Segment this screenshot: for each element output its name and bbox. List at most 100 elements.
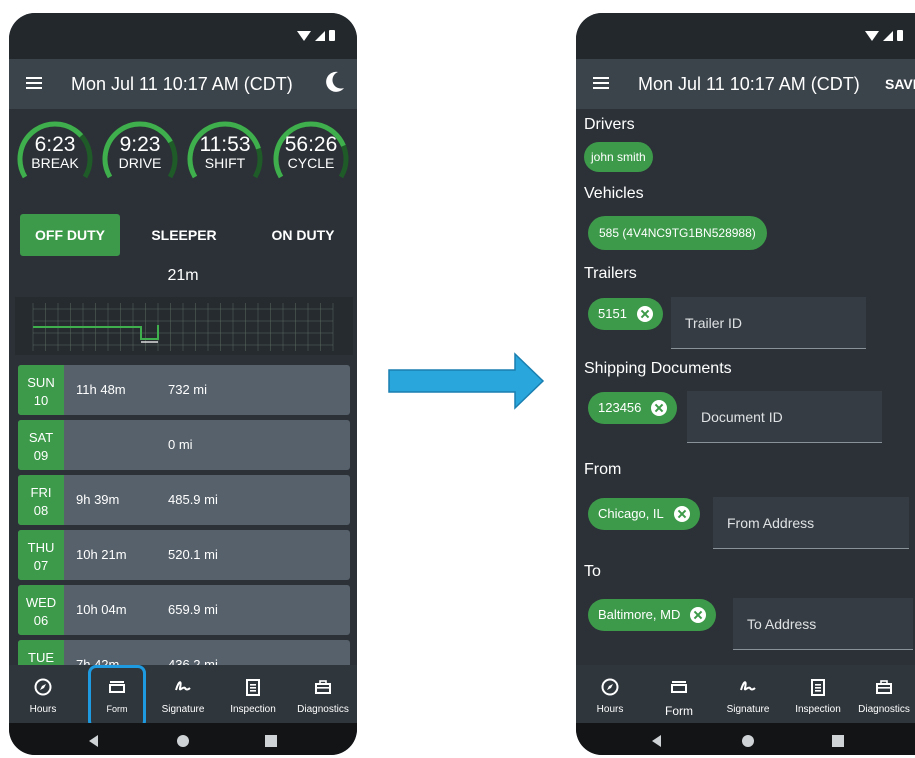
day-row[interactable]: SUN 10 11h 48m 732 mi	[18, 365, 350, 415]
day-date: 10	[33, 393, 49, 408]
day-miles: 485.9 mi	[168, 492, 218, 507]
compass-icon	[601, 678, 619, 696]
day-name: FRI	[30, 485, 52, 500]
menu-icon[interactable]	[26, 77, 42, 89]
day-badge: WED 06	[18, 585, 64, 635]
shipping-doc-chip-text: 123456	[598, 400, 642, 415]
remove-icon[interactable]	[636, 305, 653, 322]
day-row[interactable]: TUE05 7h 42m 436.2 mi	[18, 640, 350, 665]
bottom-nav: Hours Form Signature Inspection Diagnost…	[576, 665, 915, 723]
nav-diagnostics[interactable]: Diagnostics	[291, 665, 355, 723]
menu-icon[interactable]	[593, 77, 609, 89]
from-address-input[interactable]	[727, 515, 909, 531]
home-icon[interactable]	[742, 735, 754, 747]
nav-hours[interactable]: Hours	[11, 665, 75, 723]
signature-icon	[175, 681, 191, 691]
app-bar: Mon Jul 11 10:17 AM (CDT)	[9, 59, 357, 109]
day-badge: FRI 08	[18, 475, 64, 525]
compass-icon	[34, 678, 52, 696]
vehicle-chip[interactable]: 585 (4V4NC9TG1BN528988)	[588, 216, 767, 250]
day-miles: 520.1 mi	[168, 547, 218, 562]
driver-chip[interactable]: john smith	[584, 142, 653, 172]
to-address-field[interactable]	[733, 598, 913, 650]
day-row[interactable]: FRI 08 9h 39m 485.9 mi	[18, 475, 350, 525]
trailer-chip-text: 5151	[598, 306, 627, 321]
form-icon	[671, 681, 687, 693]
nav-form[interactable]: Form	[647, 665, 711, 723]
recents-icon[interactable]	[832, 735, 844, 747]
gauge-cycle: 56:26 CYCLE	[269, 113, 353, 189]
battery-icon	[329, 30, 335, 41]
day-date: 07	[33, 558, 49, 573]
day-row[interactable]: SAT 09 0 mi	[18, 420, 350, 470]
home-icon[interactable]	[177, 735, 189, 747]
app-bar-title: Mon Jul 11 10:17 AM (CDT)	[71, 74, 293, 94]
day-date: 08	[33, 503, 49, 518]
trailers-label: Trailers	[584, 265, 637, 282]
off-duty-button[interactable]: OFF DUTY	[20, 214, 120, 256]
gauge-drive: 9:23 DRIVE	[98, 113, 182, 189]
day-row[interactable]: WED 06 10h 04m 659.9 mi	[18, 585, 350, 635]
clipboard-icon	[246, 679, 260, 696]
toolbox-icon	[876, 680, 892, 694]
nav-label: Hours	[29, 704, 57, 715]
trailer-id-input[interactable]	[685, 315, 866, 331]
on-duty-button[interactable]: ON DUTY	[260, 214, 346, 256]
form-tab-highlight	[88, 665, 146, 729]
trailer-id-field[interactable]	[671, 297, 866, 349]
phone-hours-screen: Mon Jul 11 10:17 AM (CDT) 6:23 BREAK 9:2…	[9, 13, 357, 755]
sleeper-button[interactable]: SLEEPER	[140, 214, 228, 256]
drivers-label: Drivers	[584, 116, 635, 133]
recents-icon[interactable]	[265, 735, 277, 747]
document-id-input[interactable]	[701, 409, 882, 425]
gauge-label: DRIVE	[118, 155, 162, 171]
gauge-label: SHIFT	[204, 155, 246, 171]
nav-label: Signature	[726, 704, 770, 715]
nav-inspection[interactable]: Inspection	[786, 665, 850, 723]
gauge-shift: 11:53 SHIFT	[183, 113, 267, 189]
toolbox-icon	[315, 680, 331, 694]
nav-inspection[interactable]: Inspection	[221, 665, 285, 723]
nav-signature[interactable]: Signature	[151, 665, 215, 723]
app-bar-title: Mon Jul 11 10:17 AM (CDT)	[638, 74, 860, 94]
gauges: 6:23 BREAK 9:23 DRIVE 11:53 SHIFT 56:26 …	[9, 113, 357, 189]
duty-log-graph	[15, 297, 353, 355]
back-icon[interactable]	[89, 735, 98, 747]
elapsed-time: 21m	[167, 267, 199, 284]
remove-icon[interactable]	[673, 505, 690, 522]
nav-label: Inspection	[795, 704, 841, 715]
gauge-break: 6:23 BREAK	[13, 113, 97, 189]
to-chip[interactable]: Baltimore, MD	[588, 599, 717, 631]
from-address-field[interactable]	[713, 497, 909, 549]
day-hours: 9h 39m	[76, 492, 120, 507]
to-address-input[interactable]	[747, 616, 913, 632]
day-hours: 7h 42m	[76, 657, 120, 665]
day-badge: THU 07	[18, 530, 64, 580]
nav-hours[interactable]: Hours	[578, 665, 642, 723]
trailer-chip[interactable]: 5151	[588, 298, 663, 330]
day-miles: 0 mi	[168, 437, 193, 452]
remove-icon[interactable]	[690, 606, 707, 623]
gauge-value: 56:26	[284, 133, 338, 156]
nav-label: Signature	[161, 704, 205, 715]
document-id-field[interactable]	[687, 391, 882, 443]
wifi-icon	[297, 30, 311, 41]
day-hours: 10h 04m	[76, 602, 127, 617]
day-miles: 659.9 mi	[168, 602, 218, 617]
gauge-value: 9:23	[119, 133, 161, 156]
nav-label: Form	[665, 704, 693, 718]
day-hours: 10h 21m	[76, 547, 127, 562]
clipboard-icon	[811, 679, 825, 696]
from-chip-text: Chicago, IL	[598, 506, 664, 521]
nav-label: Diagnostics	[297, 704, 349, 715]
nav-diagnostics[interactable]: Diagnostics	[852, 665, 915, 723]
day-row[interactable]: THU 07 10h 21m 520.1 mi	[18, 530, 350, 580]
bottom-nav: Hours Form Signature Inspection Diagnost…	[9, 665, 357, 723]
from-chip[interactable]: Chicago, IL	[588, 498, 700, 530]
remove-icon[interactable]	[651, 399, 668, 416]
save-button[interactable]: SAVE	[885, 76, 915, 92]
moon-icon[interactable]	[325, 71, 345, 93]
nav-signature[interactable]: Signature	[716, 665, 780, 723]
shipping-doc-chip[interactable]: 123456	[588, 392, 678, 424]
back-icon[interactable]	[652, 735, 661, 747]
